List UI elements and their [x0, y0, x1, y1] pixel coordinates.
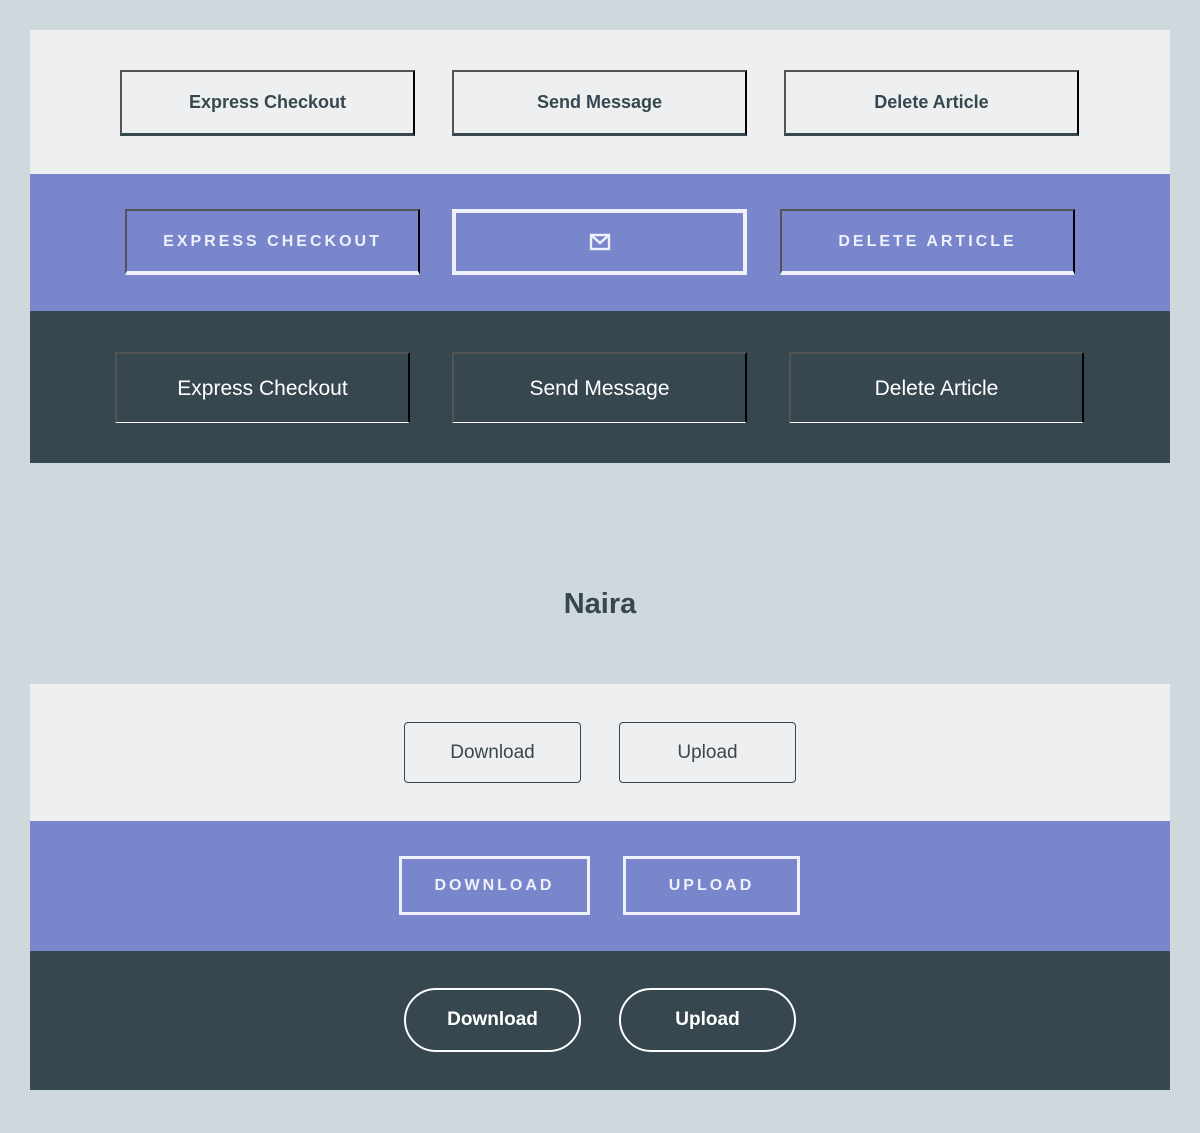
express-checkout-button[interactable]: Express Checkout	[120, 70, 415, 136]
mail-icon	[589, 233, 611, 251]
dark-band-bottom	[30, 951, 1170, 1090]
upload-button[interactable]: Upload	[619, 722, 796, 783]
delete-article-button[interactable]: Delete Article	[789, 352, 1084, 423]
upload-button[interactable]: Upload	[623, 856, 800, 915]
delete-article-button[interactable]: Delete Article	[780, 209, 1075, 275]
send-message-button[interactable]: Send Message	[452, 352, 747, 423]
download-button[interactable]: Download	[404, 722, 581, 783]
section-title: Naira	[563, 588, 637, 620]
send-message-button[interactable]	[452, 209, 747, 275]
purple-band-bottom	[30, 821, 1170, 951]
delete-article-button[interactable]: Delete Article	[784, 70, 1079, 136]
express-checkout-button[interactable]: Express Checkout	[115, 352, 410, 423]
download-button[interactable]: Download	[404, 988, 581, 1052]
download-button[interactable]: Download	[399, 856, 590, 915]
express-checkout-button[interactable]: Express Checkout	[125, 209, 420, 275]
send-message-button[interactable]: Send Message	[452, 70, 747, 136]
light-band-bottom	[30, 684, 1170, 821]
upload-button[interactable]: Upload	[619, 988, 796, 1052]
